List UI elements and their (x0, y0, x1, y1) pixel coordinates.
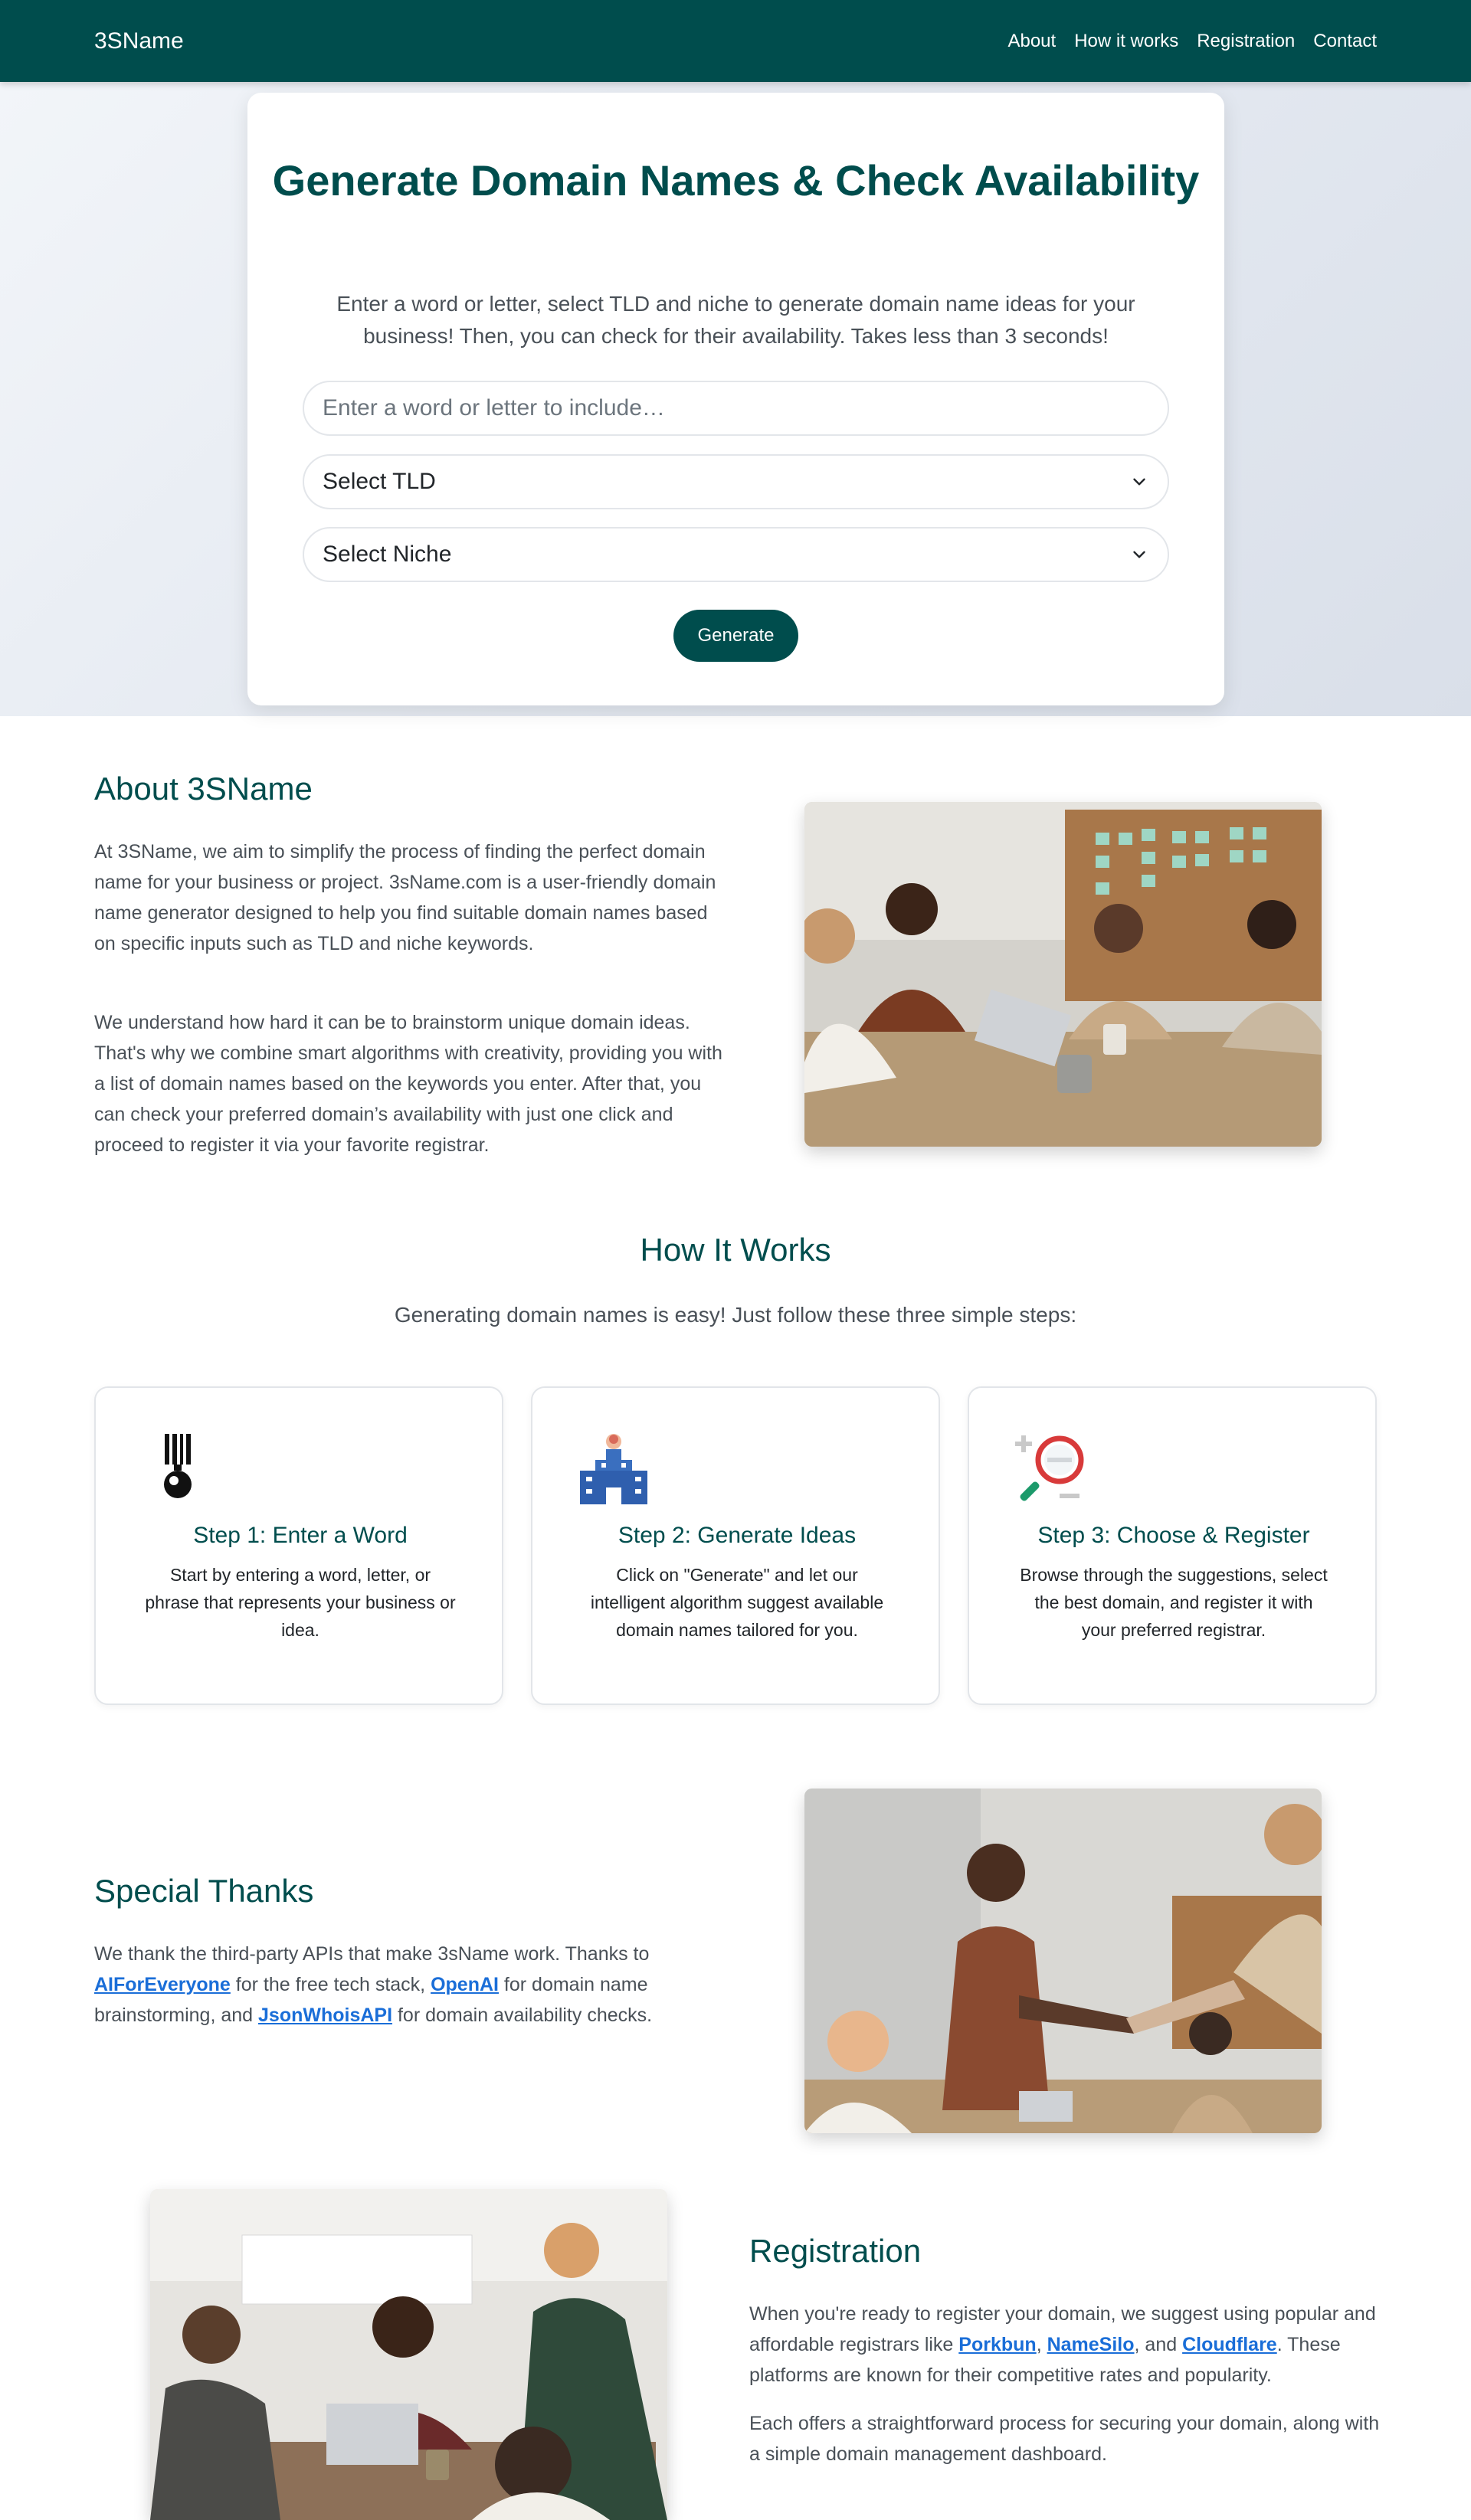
link-cloudflare[interactable]: Cloudflare (1182, 2334, 1277, 2355)
link-namesilo[interactable]: NameSilo (1047, 2334, 1135, 2355)
special-thanks-title: Special Thanks (94, 1873, 314, 1909)
niche-select-label: Select Niche (323, 542, 452, 567)
nav-link-about[interactable]: About (1007, 31, 1056, 52)
how-it-works-title: How It Works (640, 1232, 831, 1268)
office-building-icon (580, 1434, 647, 1504)
link-openai[interactable]: OpenAI (431, 1974, 499, 1995)
nav-link-contact[interactable]: Contact (1313, 31, 1377, 52)
medal-icon (164, 1434, 192, 1498)
navbar: 3SName About How it works Registration C… (0, 0, 1471, 82)
about-paragraph-2: We understand how hard it can be to brai… (94, 1012, 722, 1156)
tld-select[interactable]: Select TLD (303, 454, 1169, 509)
step-2-text: Click on "Generate" and let our intellig… (590, 1565, 884, 1640)
nav-links: About How it works Registration Contact (1007, 31, 1377, 52)
step-1-text: Start by entering a word, letter, or phr… (145, 1565, 456, 1640)
registration-paragraph-2: Each offers a straightforward process fo… (749, 2413, 1380, 2465)
nav-link-registration[interactable]: Registration (1197, 31, 1295, 52)
brand-logo[interactable]: 3SName (94, 28, 184, 54)
registration-title: Registration (749, 2233, 922, 2269)
step-2-title: Step 2: Generate Ideas (618, 1523, 857, 1548)
niche-select[interactable]: Select Niche (303, 527, 1169, 582)
about-paragraph-1: At 3SName, we aim to simplify the proces… (94, 841, 716, 954)
hero-section: Generate Domain Names & Check Availabili… (0, 82, 1471, 716)
hero-title: Generate Domain Names & Check Availabili… (272, 156, 1200, 205)
link-jsonwhoisapi[interactable]: JsonWhoisAPI (258, 2005, 392, 2026)
step-3-title: Step 3: Choose & Register (1037, 1523, 1310, 1548)
link-porkbun[interactable]: Porkbun (958, 2334, 1036, 2355)
how-it-works-subtitle: Generating domain names is easy! Just fo… (394, 1303, 1077, 1327)
magnifying-glass-icon (1015, 1435, 1084, 1501)
word-input[interactable]: Enter a word or letter to include… (303, 381, 1169, 436)
step-card-2: Step 2: Generate Ideas Click on "Generat… (531, 1386, 940, 1705)
special-thanks-paragraph: We thank the third-party APIs that make … (94, 1939, 699, 2031)
tld-select-label: Select TLD (323, 469, 436, 494)
registration-text-2: , (1036, 2334, 1047, 2355)
special-thanks-photo (804, 1789, 1322, 2133)
registration-text-3: , and (1134, 2334, 1183, 2355)
about-photo (804, 802, 1322, 1147)
registration-photo (150, 2189, 667, 2520)
registration-paragraph-1: When you're ready to register your domai… (749, 2299, 1381, 2391)
thanks-text-4: for domain availability checks. (392, 2005, 653, 2026)
about-title: About 3SName (94, 771, 313, 807)
chevron-down-icon (1133, 551, 1145, 558)
step-card-1: Step 1: Enter a Word Start by entering a… (94, 1386, 503, 1705)
hero-description: Enter a word or letter, select TLD and n… (336, 292, 1135, 348)
chevron-down-icon (1133, 478, 1145, 486)
link-aiforeveryone[interactable]: AIForEveryone (94, 1974, 231, 1995)
generate-button[interactable]: Generate (673, 610, 798, 662)
thanks-text-1: We thank the third-party APIs that make … (94, 1943, 650, 1965)
step-card-3: Step 3: Choose & Register Browse through… (968, 1386, 1377, 1705)
nav-link-how-it-works[interactable]: How it works (1074, 31, 1178, 52)
thanks-text-2: for the free tech stack, (230, 1974, 431, 1995)
generator-card: Generate Domain Names & Check Availabili… (247, 93, 1224, 705)
step-1-title: Step 1: Enter a Word (193, 1523, 408, 1548)
step-3-text: Browse through the suggestions, select t… (1020, 1565, 1328, 1640)
